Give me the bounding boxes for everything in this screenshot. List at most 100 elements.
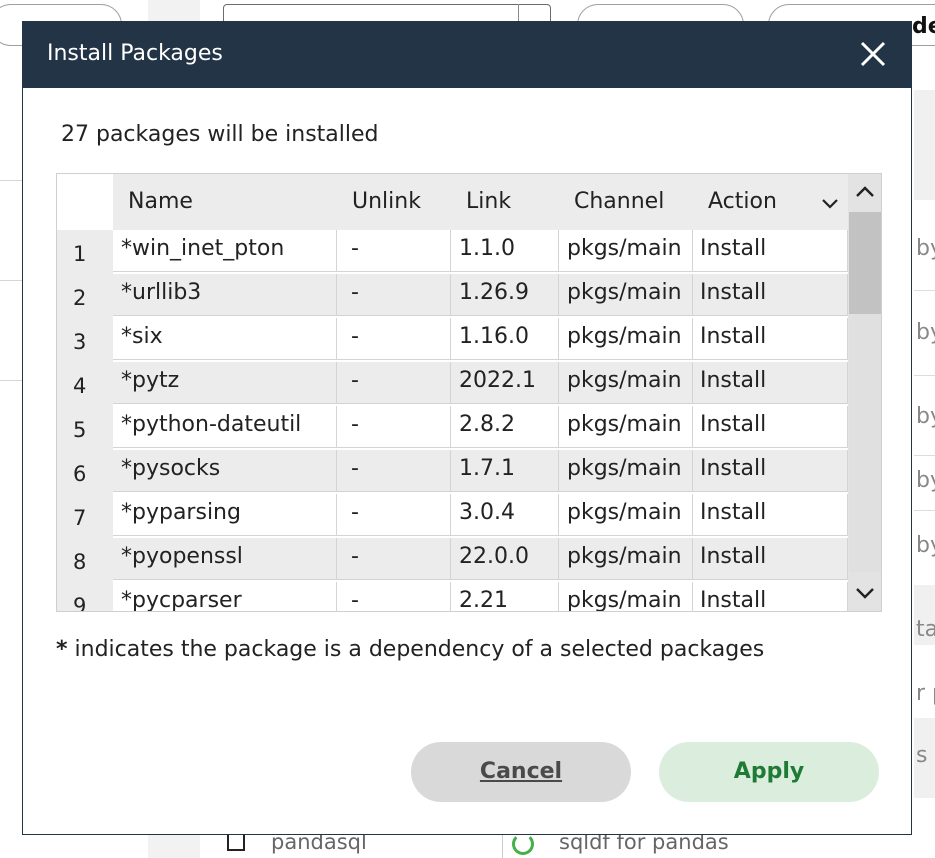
cell-unlink-value: - xyxy=(351,588,359,612)
cell-action[interactable]: Install xyxy=(693,450,848,492)
cell-action[interactable]: Install xyxy=(693,362,848,404)
cell-unlink[interactable]: - xyxy=(337,406,451,448)
cell-unlink[interactable]: - xyxy=(337,538,451,580)
chevron-down-icon[interactable] xyxy=(820,194,840,214)
table-row[interactable]: 9 *pycparser - 2.21 pkgs/main Install xyxy=(57,582,848,612)
column-header-link[interactable]: Link xyxy=(466,189,511,214)
row-number-label: 3 xyxy=(73,330,87,354)
cell-channel[interactable]: pkgs/main xyxy=(559,582,693,611)
cell-link[interactable]: 1.7.1 xyxy=(451,450,559,492)
cell-link[interactable]: 2.21 xyxy=(451,582,559,611)
cell-action[interactable]: Install xyxy=(693,230,848,272)
cell-unlink[interactable]: - xyxy=(337,230,451,272)
row-number-label: 9 xyxy=(73,594,87,612)
table-scrollbar[interactable] xyxy=(848,174,881,611)
column-header-channel[interactable]: Channel xyxy=(574,189,664,214)
table-row[interactable]: 2 *urllib3 - 1.26.9 pkgs/main Install xyxy=(57,274,848,318)
cell-unlink[interactable]: - xyxy=(337,582,451,612)
cell-unlink-value: - xyxy=(351,544,359,569)
cell-unlink-value: - xyxy=(351,368,359,393)
cell-unlink-value: - xyxy=(351,236,359,261)
cell-link[interactable]: 22.0.0 xyxy=(451,538,559,580)
cell-unlink-value: - xyxy=(351,412,359,437)
cell-action-value: Install xyxy=(700,368,767,393)
table-row[interactable]: 8 *pyopenssl - 22.0.0 pkgs/main Install xyxy=(57,538,848,582)
spinner-icon xyxy=(512,833,534,855)
row-number: 7 xyxy=(57,494,113,538)
cell-name[interactable]: *urllib3 xyxy=(113,274,337,316)
row-number: 6 xyxy=(57,450,113,494)
cell-channel[interactable]: pkgs/main xyxy=(559,230,693,272)
cell-action[interactable]: Install xyxy=(693,538,848,580)
table-row[interactable]: 1 *win_inet_pton - 1.1.0 pkgs/main Install xyxy=(57,230,848,274)
background-package-checkbox[interactable] xyxy=(227,833,245,851)
background-row-text: by xyxy=(916,404,935,429)
cell-name[interactable]: *pysocks xyxy=(113,450,337,492)
cell-link[interactable]: 1.1.0 xyxy=(451,230,559,272)
column-header-name[interactable]: Name xyxy=(128,189,193,214)
cell-channel[interactable]: pkgs/main xyxy=(559,450,693,492)
cell-action[interactable]: Install xyxy=(693,582,848,611)
cell-name-value: *six xyxy=(121,324,163,349)
cell-unlink[interactable]: - xyxy=(337,274,451,316)
cell-action[interactable]: Install xyxy=(693,274,848,316)
cell-unlink-value: - xyxy=(351,280,359,305)
cell-link-value: 2022.1 xyxy=(459,368,536,393)
cell-name-value: *urllib3 xyxy=(121,280,202,305)
cell-name[interactable]: *six xyxy=(113,318,337,360)
cell-link[interactable]: 2.8.2 xyxy=(451,406,559,448)
scroll-down-button[interactable] xyxy=(848,575,881,611)
cell-channel-value: pkgs/main xyxy=(567,500,682,525)
cell-name[interactable]: *python-dateutil xyxy=(113,406,337,448)
cell-unlink-value: - xyxy=(351,500,359,525)
cell-action[interactable]: Install xyxy=(693,494,848,536)
background-row-text: s c xyxy=(916,743,935,768)
cell-link[interactable]: 1.16.0 xyxy=(451,318,559,360)
cell-name[interactable]: *pycparser xyxy=(113,582,337,611)
apply-button[interactable]: Apply xyxy=(659,742,879,802)
close-button[interactable] xyxy=(857,38,889,70)
cell-name[interactable]: *pytz xyxy=(113,362,337,404)
cell-channel[interactable]: pkgs/main xyxy=(559,406,693,448)
cell-unlink[interactable]: - xyxy=(337,450,451,492)
install-summary: 27 packages will be installed xyxy=(61,122,379,147)
divider xyxy=(914,375,935,376)
cell-link-value: 3.0.4 xyxy=(459,500,515,525)
cell-channel-value: pkgs/main xyxy=(567,456,682,481)
table-row[interactable]: 4 *pytz - 2022.1 pkgs/main Install xyxy=(57,362,848,406)
cell-unlink[interactable]: - xyxy=(337,494,451,536)
cell-unlink[interactable]: - xyxy=(337,318,451,360)
cell-channel[interactable]: pkgs/main xyxy=(559,494,693,536)
cell-channel[interactable]: pkgs/main xyxy=(559,274,693,316)
cell-name[interactable]: *pyopenssl xyxy=(113,538,337,580)
cell-link[interactable]: 3.0.4 xyxy=(451,494,559,536)
scroll-track[interactable] xyxy=(849,212,881,572)
cell-link[interactable]: 1.26.9 xyxy=(451,274,559,316)
cell-link-value: 1.26.9 xyxy=(459,280,529,305)
table-row[interactable]: 5 *python-dateutil - 2.8.2 pkgs/main Install xyxy=(57,406,848,450)
cell-channel[interactable]: pkgs/main xyxy=(559,538,693,580)
cell-action[interactable]: Install xyxy=(693,406,848,448)
cell-channel-value: pkgs/main xyxy=(567,236,682,261)
cell-name[interactable]: *win_inet_pton xyxy=(113,230,337,272)
cell-channel[interactable]: pkgs/main xyxy=(559,318,693,360)
background-column-title: de xyxy=(912,14,935,39)
cell-name[interactable]: *pyparsing xyxy=(113,494,337,536)
table-row[interactable]: 7 *pyparsing - 3.0.4 pkgs/main Install xyxy=(57,494,848,538)
cell-channel[interactable]: pkgs/main xyxy=(559,362,693,404)
cell-action-value: Install xyxy=(700,500,767,525)
column-header-unlink[interactable]: Unlink xyxy=(352,189,421,214)
cell-name-value: *pyopenssl xyxy=(121,544,243,569)
cancel-button[interactable]: Cancel xyxy=(411,742,631,802)
cell-action[interactable]: Install xyxy=(693,318,848,360)
cell-link-value: 2.8.2 xyxy=(459,412,515,437)
scroll-thumb[interactable] xyxy=(849,212,881,314)
column-header-action[interactable]: Action xyxy=(708,189,777,214)
cell-link[interactable]: 2022.1 xyxy=(451,362,559,404)
footnote-text: indicates the package is a dependency of… xyxy=(67,637,765,662)
cell-unlink[interactable]: - xyxy=(337,362,451,404)
table-row[interactable]: 6 *pysocks - 1.7.1 pkgs/main Install xyxy=(57,450,848,494)
scroll-up-button[interactable] xyxy=(848,174,881,210)
background-row xyxy=(914,90,935,200)
table-row[interactable]: 3 *six - 1.16.0 pkgs/main Install xyxy=(57,318,848,362)
